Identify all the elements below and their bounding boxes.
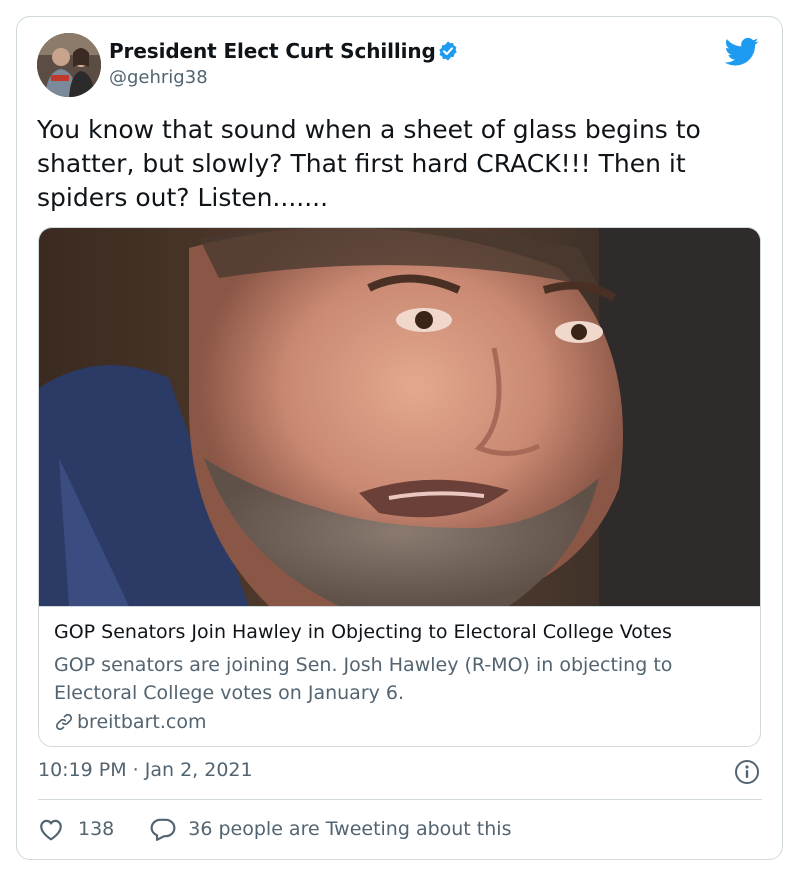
divider xyxy=(38,799,762,800)
actions-row: 138 36 people are Tweeting about this xyxy=(38,814,511,844)
tweet-card[interactable]: President Elect Curt Schilling @gehrig38… xyxy=(16,16,783,860)
verified-badge-icon xyxy=(439,41,457,61)
heart-icon[interactable] xyxy=(38,817,64,841)
timestamp[interactable]: 10:19 PM · Jan 2, 2021 xyxy=(38,759,253,781)
link-preview-image[interactable] xyxy=(39,228,760,606)
link-preview-card[interactable]: GOP Senators Join Hawley in Objecting to… xyxy=(38,227,761,747)
like-count[interactable]: 138 xyxy=(78,818,114,840)
link-domain[interactable]: breitbart.com xyxy=(77,711,206,733)
link-preview-meta[interactable]: GOP Senators Join Hawley in Objecting to… xyxy=(39,606,760,746)
discussion-text[interactable]: 36 people are Tweeting about this xyxy=(188,818,511,840)
link-icon xyxy=(55,713,73,731)
avatar[interactable] xyxy=(37,33,101,97)
link-description: GOP senators are joining Sen. Josh Hawle… xyxy=(54,654,673,704)
link-domain-row[interactable]: breitbart.com xyxy=(54,709,206,735)
handle[interactable]: @gehrig38 xyxy=(109,67,208,88)
tweet-text: You know that sound when a sheet of glas… xyxy=(37,115,701,212)
display-name[interactable]: President Elect Curt Schilling xyxy=(109,39,436,63)
reply-icon[interactable] xyxy=(150,817,176,841)
link-title[interactable]: GOP Senators Join Hawley in Objecting to… xyxy=(54,621,672,643)
info-icon[interactable] xyxy=(734,759,760,785)
twitter-bird-icon[interactable] xyxy=(725,37,759,67)
